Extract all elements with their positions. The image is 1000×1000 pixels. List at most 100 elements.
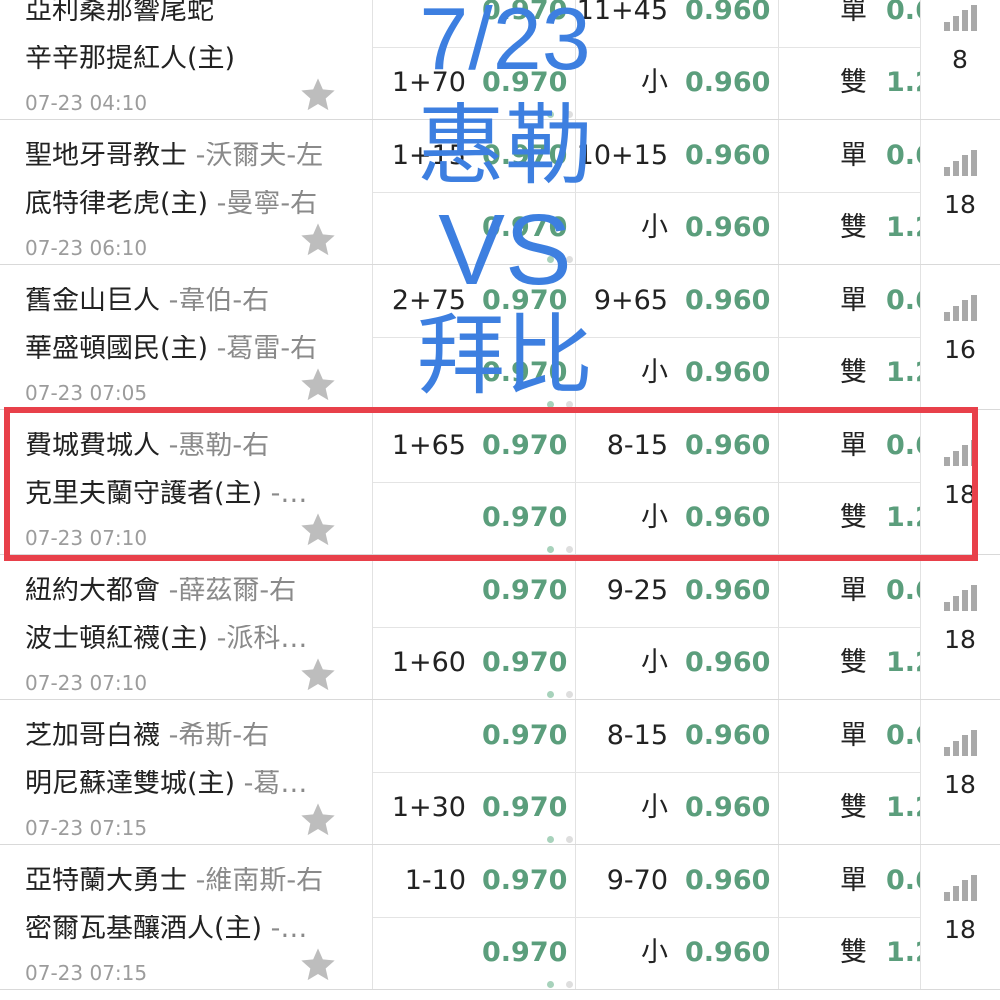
star-icon[interactable] xyxy=(298,800,338,840)
match-row[interactable]: 聖地牙哥教士 -沃爾夫-左 底特律老虎(主) -曼寧-右 07-23 06:10 1+… xyxy=(0,120,1000,265)
odd-label: 單 xyxy=(840,575,867,606)
handicap-odds-top[interactable]: 0.970 xyxy=(482,142,567,169)
even-label: 雙 xyxy=(840,937,867,968)
star-icon[interactable] xyxy=(298,365,338,405)
odd-odds[interactable]: 0.6 xyxy=(886,0,920,24)
home-pitcher: -… xyxy=(262,915,308,942)
odd-odds[interactable]: 0.6 xyxy=(886,432,920,459)
total-odds-bottom[interactable]: 0.960 xyxy=(685,214,770,241)
even-odds[interactable]: 1.2 xyxy=(886,69,920,96)
total-odds-top[interactable]: 0.960 xyxy=(685,722,770,749)
total-odds-top[interactable]: 0.960 xyxy=(685,867,770,894)
handicap-odds-bottom[interactable]: 0.970 xyxy=(482,69,567,96)
odd-even-column: 單 0.6 雙 1.2 xyxy=(779,845,920,988)
total-odds-bottom[interactable]: 0.960 xyxy=(685,69,770,96)
pager-dot xyxy=(566,981,573,988)
total-line-bottom: 小 xyxy=(641,937,668,968)
handicap-odds-bottom[interactable]: 0.970 xyxy=(482,504,567,531)
signal-bars-icon[interactable] xyxy=(944,875,978,901)
even-odds[interactable]: 1.2 xyxy=(886,794,920,821)
handicap-odds-top[interactable]: 0.970 xyxy=(482,722,567,749)
away-team: 亞利桑那響尾蛇 xyxy=(25,0,360,24)
even-label: 雙 xyxy=(840,212,867,243)
even-odds[interactable]: 1.2 xyxy=(886,214,920,241)
signal-bars-icon[interactable] xyxy=(944,440,978,466)
pager-dot xyxy=(547,981,554,988)
odd-odds[interactable]: 0.6 xyxy=(886,867,920,894)
home-team: 密爾瓦基釀酒人(主) -… xyxy=(25,915,343,942)
signal-bars-icon[interactable] xyxy=(944,730,978,756)
handicap-odds-bottom[interactable]: 0.970 xyxy=(482,214,567,241)
total-odds-top[interactable]: 0.960 xyxy=(685,432,770,459)
total-odds-top[interactable]: 0.960 xyxy=(685,0,770,24)
handicap-odds-bottom[interactable]: 0.970 xyxy=(482,794,567,821)
total-odds-top[interactable]: 0.960 xyxy=(685,142,770,169)
even-label: 雙 xyxy=(840,647,867,678)
handicap-odds-bottom[interactable]: 0.970 xyxy=(482,359,567,386)
even-odds[interactable]: 1.2 xyxy=(886,359,920,386)
even-odds[interactable]: 1.2 xyxy=(886,649,920,676)
total-odds-bottom[interactable]: 0.960 xyxy=(685,649,770,676)
signal-bars-icon[interactable] xyxy=(944,295,978,321)
total-line-bottom: 小 xyxy=(641,792,668,823)
odd-odds[interactable]: 0.6 xyxy=(886,287,920,314)
home-pitcher: -派科… xyxy=(208,625,308,652)
total-odds-bottom[interactable]: 0.960 xyxy=(685,939,770,966)
away-team: 芝加哥白襪 -希斯-右 xyxy=(25,722,360,749)
odd-label: 單 xyxy=(840,720,867,751)
pager-dot xyxy=(547,256,554,263)
star-icon[interactable] xyxy=(298,655,338,695)
signal-bars-icon[interactable] xyxy=(944,150,978,176)
even-odds[interactable]: 1.2 xyxy=(886,504,920,531)
signal-bars-icon[interactable] xyxy=(944,5,978,31)
handicap-odds-top[interactable]: 0.970 xyxy=(482,867,567,894)
pager-dot xyxy=(547,836,554,843)
total-odds-top[interactable]: 0.960 xyxy=(685,287,770,314)
pager-dot xyxy=(547,546,554,553)
total-odds-bottom[interactable]: 0.960 xyxy=(685,359,770,386)
star-icon[interactable] xyxy=(298,75,338,115)
away-pitcher: -韋伯-右 xyxy=(160,287,270,314)
total-odds-bottom[interactable]: 0.960 xyxy=(685,504,770,531)
star-icon[interactable] xyxy=(298,220,338,260)
total-odds-top[interactable]: 0.960 xyxy=(685,577,770,604)
pager-dot xyxy=(547,401,554,408)
handicap-odds-top[interactable]: 0.970 xyxy=(482,577,567,604)
away-team: 紐約大都會 -薛茲爾-右 xyxy=(25,577,360,604)
home-pitcher: -葛… xyxy=(235,770,308,797)
bet-count: 18 xyxy=(944,770,976,799)
match-row[interactable]: 費城費城人 -惠勒-右 克里夫蘭守護者(主) -… 07-23 07:10 1+65 0… xyxy=(0,410,1000,555)
total-line-bottom: 小 xyxy=(641,647,668,678)
handicap-line-bottom: 1+70 xyxy=(391,67,466,98)
match-time: 07-23 07:05 xyxy=(25,381,148,405)
match-row[interactable]: 亞利桑那響尾蛇 辛辛那提紅人(主) 07-23 04:10 0.970 1+70 0.97… xyxy=(0,0,1000,120)
match-row[interactable]: 紐約大都會 -薛茲爾-右 波士頓紅襪(主) -派科… 07-23 07:10 0.97… xyxy=(0,555,1000,700)
even-odds[interactable]: 1.2 xyxy=(886,939,920,966)
odd-even-column: 單 0.6 雙 1.2 xyxy=(779,120,920,263)
odd-odds[interactable]: 0.6 xyxy=(886,577,920,604)
match-row[interactable]: 亞特蘭大勇士 -維南斯-右 密爾瓦基釀酒人(主) -… 07-23 07:15 1-1… xyxy=(0,845,1000,990)
star-icon[interactable] xyxy=(298,510,338,550)
handicap-line-top: 1-10 xyxy=(404,865,466,896)
handicap-odds-bottom[interactable]: 0.970 xyxy=(482,939,567,966)
star-icon[interactable] xyxy=(298,945,338,985)
pager-dot xyxy=(566,111,573,118)
bet-count: 16 xyxy=(944,335,976,364)
even-label: 雙 xyxy=(840,502,867,533)
handicap-odds-top[interactable]: 0.970 xyxy=(482,0,567,24)
match-row[interactable]: 芝加哥白襪 -希斯-右 明尼蘇達雙城(主) -葛… 07-23 07:15 0.970… xyxy=(0,700,1000,845)
column-divider xyxy=(372,0,373,119)
match-row[interactable]: 舊金山巨人 -韋伯-右 華盛頓國民(主) -葛雷-右 07-23 07:05 2+75… xyxy=(0,265,1000,410)
signal-bars-icon[interactable] xyxy=(944,585,978,611)
odd-odds[interactable]: 0.6 xyxy=(886,142,920,169)
total-odds-bottom[interactable]: 0.960 xyxy=(685,794,770,821)
even-label: 雙 xyxy=(840,67,867,98)
home-team-name: 明尼蘇達雙城(主) xyxy=(25,770,236,797)
home-team: 辛辛那提紅人(主) xyxy=(25,45,343,72)
bet-count: 8 xyxy=(952,45,968,74)
odd-odds[interactable]: 0.6 xyxy=(886,722,920,749)
handicap-odds-top[interactable]: 0.970 xyxy=(482,432,567,459)
pager-dot xyxy=(566,691,573,698)
handicap-odds-top[interactable]: 0.970 xyxy=(482,287,567,314)
handicap-odds-bottom[interactable]: 0.970 xyxy=(482,649,567,676)
